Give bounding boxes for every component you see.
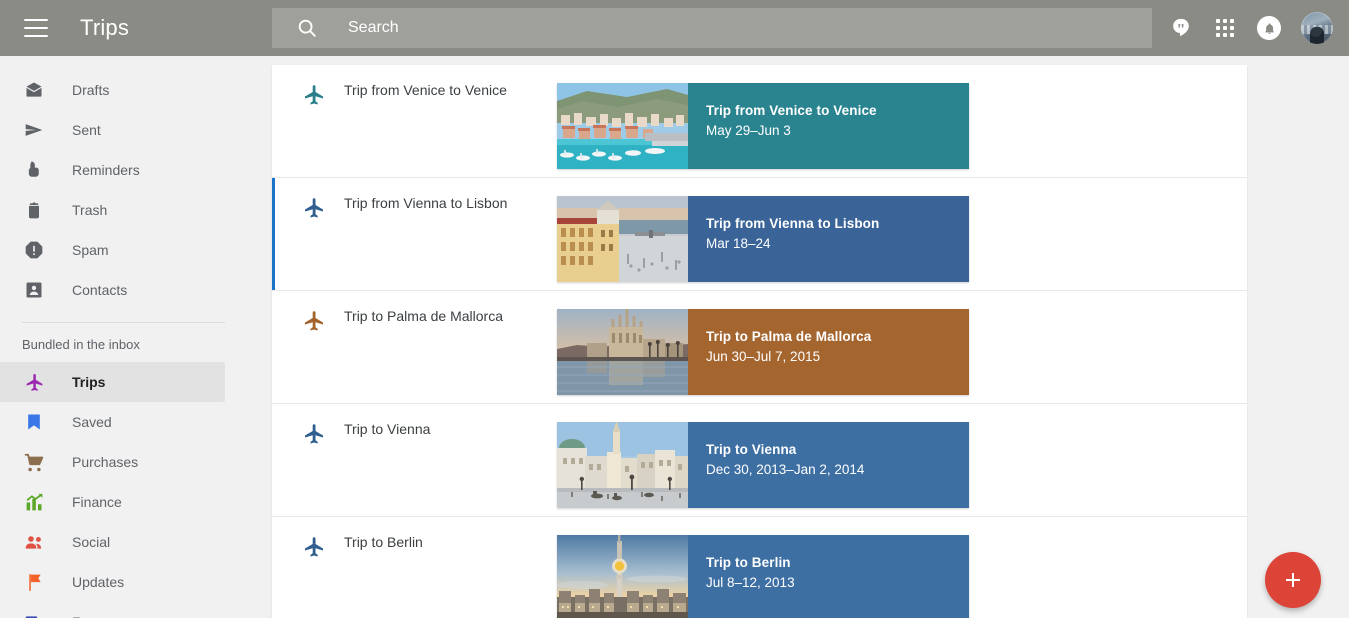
trip-row-title: Trip to Berlin [344,534,529,550]
sidebar-item-trips[interactable]: Trips [0,362,225,402]
sidebar-item-label: Spam [72,242,109,258]
trip-airplane-icon [302,535,326,559]
compose-button[interactable] [1265,552,1321,608]
unread-indicator [272,178,275,290]
sidebar-item-sent[interactable]: Sent [0,110,250,150]
notifications-bell-icon[interactable] [1257,16,1281,40]
apps-grid-icon[interactable] [1213,16,1237,40]
palma-cathedral-reflection-photo [557,309,688,395]
sidebar-item-updates[interactable]: Updates [0,562,250,602]
hangouts-icon[interactable] [1169,16,1193,40]
forums-chat-icon [22,610,46,618]
social-people-icon [22,530,46,554]
table-row[interactable]: Trip to Vienna [272,404,1247,517]
sidebar-item-label: Trash [72,202,107,218]
harbor-marina-photo [557,83,688,169]
sidebar-item-saved[interactable]: Saved [0,402,250,442]
search-input[interactable] [348,19,1048,37]
sidebar: Drafts Sent Reminders Trash Spam Contact… [0,56,250,618]
trips-airplane-icon [22,370,46,394]
trip-card[interactable]: Trip to Palma de Mallorca Jun 30–Jul 7, … [557,309,969,395]
trip-airplane-icon [302,422,326,446]
trip-airplane-icon [302,309,326,333]
sidebar-item-contacts[interactable]: Contacts [0,270,250,310]
sidebar-item-label: Contacts [72,282,127,298]
saved-bookmark-icon [22,410,46,434]
trash-bin-icon [22,198,46,222]
finance-chart-icon [22,490,46,514]
page-title: Trips [80,15,129,41]
trip-card[interactable]: Trip from Venice to Venice May 29–Jun 3 [557,83,969,169]
spam-exclamation-icon [22,238,46,262]
sidebar-item-label: Saved [72,414,112,430]
trip-card-dates: Mar 18–24 [706,236,969,251]
trip-card-title: Trip to Vienna [706,442,969,457]
main-content: Trip from Venice to Venice [250,56,1349,618]
sidebar-item-drafts[interactable]: Drafts [0,70,250,110]
account-avatar[interactable] [1301,12,1333,44]
search-icon [296,17,318,39]
trip-card-title: Trip from Vienna to Lisbon [706,216,969,231]
trip-card-dates: Jul 8–12, 2013 [706,575,969,590]
purchases-cart-icon [22,450,46,474]
sidebar-item-forums[interactable]: Forums [0,602,250,618]
berlin-tv-tower-photo [557,535,688,618]
sidebar-item-finance[interactable]: Finance [0,482,250,522]
hamburger-menu-icon[interactable] [24,19,48,37]
sidebar-item-label: Updates [72,574,124,590]
table-row[interactable]: Trip to Palma de Mallorca [272,291,1247,404]
table-row[interactable]: Trip to Berlin [272,517,1247,618]
lisbon-square-waterfront-photo [557,196,688,282]
sidebar-item-social[interactable]: Social [0,522,250,562]
sidebar-item-label: Trips [72,374,105,390]
trip-card-dates: Dec 30, 2013–Jan 2, 2014 [706,462,969,477]
header-icon-group [1169,0,1333,56]
contacts-person-icon [22,278,46,302]
sidebar-item-label: Finance [72,494,122,510]
sidebar-item-spam[interactable]: Spam [0,230,250,270]
trip-row-title: Trip from Venice to Venice [344,82,529,98]
sidebar-item-label: Social [72,534,110,550]
sidebar-item-reminders[interactable]: Reminders [0,150,250,190]
drafts-envelope-icon [22,78,46,102]
trips-list: Trip from Venice to Venice [272,65,1247,618]
sidebar-item-label: Forums [72,614,119,618]
app-header: Trips [0,0,1349,56]
trip-card[interactable]: Trip to Berlin Jul 8–12, 2013 [557,535,969,618]
sidebar-section-label: Bundled in the inbox [0,323,250,362]
sidebar-item-label: Sent [72,122,101,138]
trip-card[interactable]: Trip from Vienna to Lisbon Mar 18–24 [557,196,969,282]
trip-airplane-icon [302,196,326,220]
search-bar[interactable] [272,8,1152,48]
plus-icon [1281,568,1305,592]
sidebar-item-label: Drafts [72,82,109,98]
vienna-church-square-photo [557,422,688,508]
trip-card-title: Trip to Palma de Mallorca [706,329,969,344]
reminders-finger-string-icon [22,158,46,182]
trip-row-title: Trip from Vienna to Lisbon [344,195,529,211]
updates-flag-icon [22,570,46,594]
trip-card-title: Trip to Berlin [706,555,969,570]
trip-card-dates: May 29–Jun 3 [706,123,969,138]
table-row[interactable]: Trip from Venice to Venice [272,65,1247,178]
trip-card-title: Trip from Venice to Venice [706,103,969,118]
trip-card[interactable]: Trip to Vienna Dec 30, 2013–Jan 2, 2014 [557,422,969,508]
trip-row-title: Trip to Palma de Mallorca [344,308,529,324]
sidebar-item-label: Purchases [72,454,138,470]
sidebar-item-trash[interactable]: Trash [0,190,250,230]
sidebar-item-label: Reminders [72,162,140,178]
sent-paper-plane-icon [22,118,46,142]
trip-row-title: Trip to Vienna [344,421,529,437]
sidebar-item-purchases[interactable]: Purchases [0,442,250,482]
trip-airplane-icon [302,83,326,107]
table-row[interactable]: Trip from Vienna to Lisbon [272,178,1247,291]
trip-card-dates: Jun 30–Jul 7, 2015 [706,349,969,364]
